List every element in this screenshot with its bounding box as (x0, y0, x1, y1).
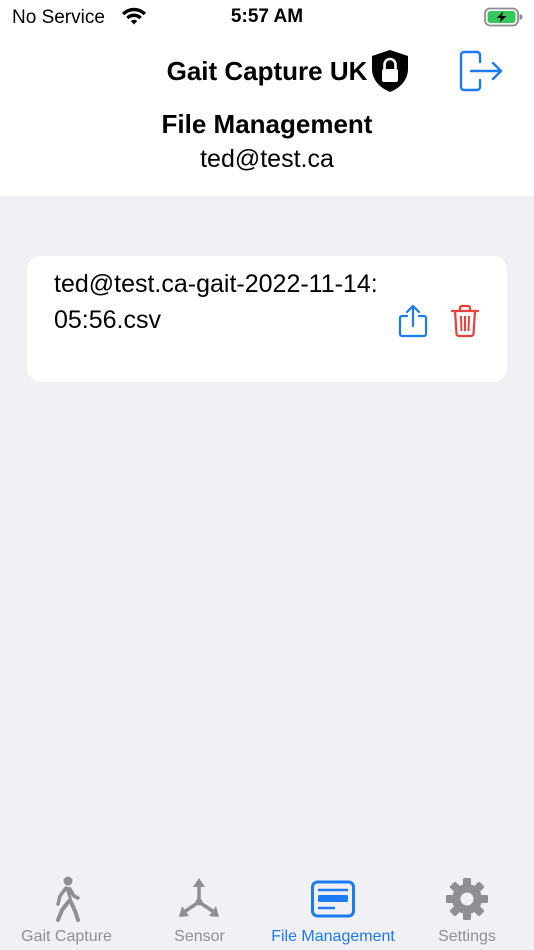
tab-label-settings: Settings (438, 928, 496, 945)
tab-label-gait-capture: Gait Capture (21, 928, 112, 945)
file-name: ted@test.ca-gait-2022-11-14:05:56.csv (54, 270, 378, 334)
file-list-icon (311, 880, 355, 918)
file-list-item[interactable]: ted@test.ca-gait-2022-11-14:05:56.csv (27, 256, 507, 382)
status-bar: No Service 5:57 AM (0, 0, 534, 36)
logout-icon[interactable] (458, 50, 504, 92)
tab-gait-capture[interactable]: Gait Capture (0, 866, 133, 950)
tab-file-management[interactable]: File Management (266, 866, 400, 950)
app-title: Gait Capture UK (166, 56, 368, 86)
share-icon[interactable] (398, 304, 428, 338)
tab-label-file-management: File Management (271, 928, 395, 945)
walking-figure-icon (56, 876, 80, 922)
tab-settings[interactable]: Settings (400, 866, 534, 950)
axes-icon (179, 878, 219, 917)
gear-icon (446, 878, 488, 920)
tab-bar: Gait Capture Sensor File Management Sett… (0, 866, 534, 950)
lock-shield-icon[interactable] (369, 49, 411, 93)
clock: 5:57 AM (230, 6, 304, 27)
trash-icon[interactable] (450, 304, 480, 338)
user-email: ted@test.ca (200, 145, 334, 173)
tab-label-sensor: Sensor (174, 928, 225, 945)
header: No Service 5:57 AM Gait Capture UK File … (0, 0, 534, 196)
page-title: File Management (161, 109, 373, 139)
battery-charging-icon (484, 7, 523, 27)
tab-sensor[interactable]: Sensor (133, 866, 266, 950)
